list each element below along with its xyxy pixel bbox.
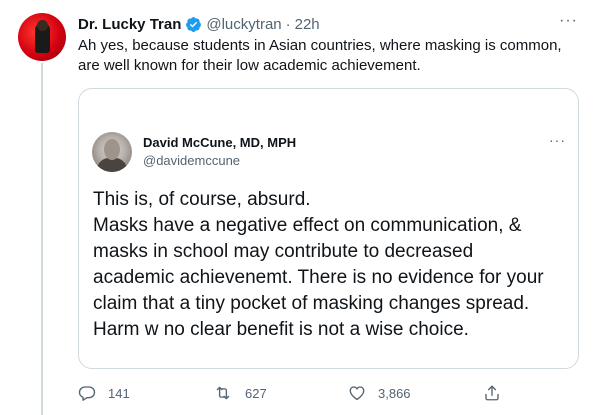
like-icon: [348, 384, 366, 402]
quoted-more-icon[interactable]: ···: [549, 132, 566, 148]
quoted-text-line: Harm w no clear benefit is not a wise ch…: [93, 319, 469, 340]
like-count: 3,866: [378, 385, 411, 401]
tweet-text: Ah yes, because students in Asian countr…: [78, 37, 562, 74]
quoted-tweet-text: This is, of course, absurd. Masks have a…: [93, 187, 568, 343]
share-button[interactable]: [483, 384, 501, 402]
quoted-tweet[interactable]: David McCune, MD, MPH @davidemccune ··· …: [78, 88, 579, 369]
quoted-text-line: This is, of course, absurd.: [93, 189, 311, 210]
thread-line: [41, 63, 43, 415]
retweet-icon: [213, 384, 233, 402]
reply-button[interactable]: 141: [78, 384, 130, 402]
reply-icon: [78, 384, 96, 402]
more-icon[interactable]: ···: [559, 12, 578, 30]
reply-count: 141: [108, 385, 130, 401]
like-button[interactable]: 3,866: [348, 384, 411, 402]
quoted-author-avatar[interactable]: [92, 132, 132, 172]
author-handle[interactable]: @luckytran: [206, 16, 281, 33]
action-bar: 141 627 3,866: [78, 384, 508, 406]
separator-dot: ·: [285, 15, 291, 33]
avatar-head: [37, 20, 48, 31]
quoted-avatar-face: [104, 139, 120, 160]
quoted-author-name[interactable]: David McCune, MD, MPH: [143, 135, 296, 150]
quoted-text-line: claim that a tiny pocket of masking chan…: [93, 293, 530, 314]
tweet-header: Dr. Lucky Tran @luckytran · 22h ···: [78, 12, 578, 34]
quoted-text-line: masks in school may contribute to decrea…: [93, 241, 474, 262]
retweet-button[interactable]: 627: [213, 384, 267, 402]
author-name[interactable]: Dr. Lucky Tran: [78, 16, 181, 33]
quoted-text-line: academic achievenemt. There is no eviden…: [93, 267, 544, 288]
tweet-time[interactable]: 22h: [295, 16, 320, 33]
quoted-avatar-body: [97, 158, 127, 172]
quoted-author-handle[interactable]: @davidemccune: [143, 153, 240, 168]
verified-badge-icon: [185, 16, 202, 33]
share-icon: [483, 384, 501, 402]
author-avatar[interactable]: [18, 13, 66, 61]
quoted-text-line: Masks have a negative effect on communic…: [93, 215, 522, 236]
retweet-count: 627: [245, 385, 267, 401]
